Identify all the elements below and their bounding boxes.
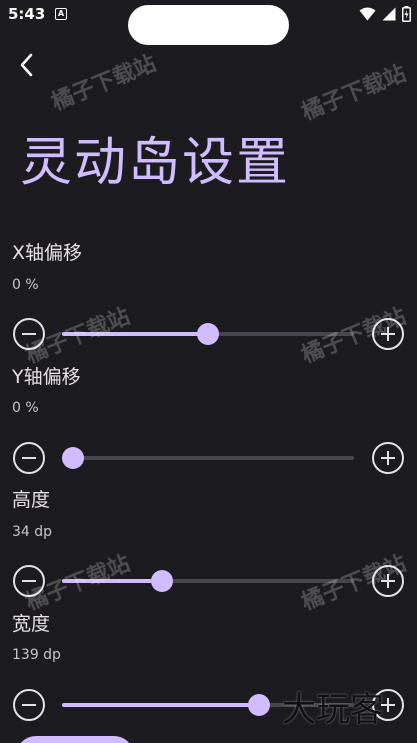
height-decrease-button[interactable] (13, 565, 45, 597)
slider-thumb[interactable] (62, 447, 84, 469)
x-offset-label: X轴偏移 (12, 242, 83, 264)
watermark: 橘子下载站 (48, 51, 160, 116)
x-offset-value: 0 % (12, 277, 39, 293)
battery-charging-icon (402, 6, 411, 22)
chevron-left-icon (20, 53, 33, 77)
slider-fill (62, 332, 208, 336)
back-button[interactable] (10, 48, 44, 82)
width-decrease-button[interactable] (13, 689, 45, 721)
notification-icon: A (55, 8, 67, 20)
width-increase-button[interactable] (372, 689, 404, 721)
slider-thumb[interactable] (248, 694, 271, 716)
camera-cutout-pill (128, 5, 289, 45)
x-offset-slider[interactable] (62, 323, 354, 345)
y-offset-increase-button[interactable] (372, 442, 404, 474)
x-offset-increase-button[interactable] (372, 318, 404, 350)
height-value: 34 dp (12, 524, 53, 540)
height-increase-button[interactable] (372, 565, 404, 597)
width-slider[interactable] (62, 694, 354, 716)
slider-fill (62, 703, 260, 707)
slider-thumb[interactable] (151, 570, 174, 592)
slider-fill (62, 579, 163, 583)
y-offset-value: 0 % (12, 400, 39, 416)
page-title: 灵动岛设置 (20, 133, 291, 193)
width-label: 宽度 (12, 613, 51, 635)
status-icons (359, 5, 411, 23)
dynamic-island-settings-screen: 5:43 A 灵动岛设置 X轴偏移 0 % Y轴偏移 0 % 高度 34 dp … (0, 0, 417, 743)
wifi-icon (359, 7, 376, 21)
height-label: 高度 (12, 489, 51, 511)
watermark: 橘子下载站 (298, 61, 410, 126)
x-offset-decrease-button[interactable] (13, 318, 45, 350)
slider-thumb[interactable] (197, 323, 219, 345)
height-slider[interactable] (62, 570, 354, 592)
y-offset-slider[interactable] (62, 447, 354, 469)
bottom-action-button[interactable] (16, 736, 134, 743)
y-offset-label: Y轴偏移 (12, 366, 81, 388)
signal-icon (382, 7, 396, 21)
slider-track (62, 456, 354, 460)
status-time: 5:43 (8, 5, 46, 23)
width-value: 139 dp (12, 647, 61, 663)
y-offset-decrease-button[interactable] (13, 442, 45, 474)
